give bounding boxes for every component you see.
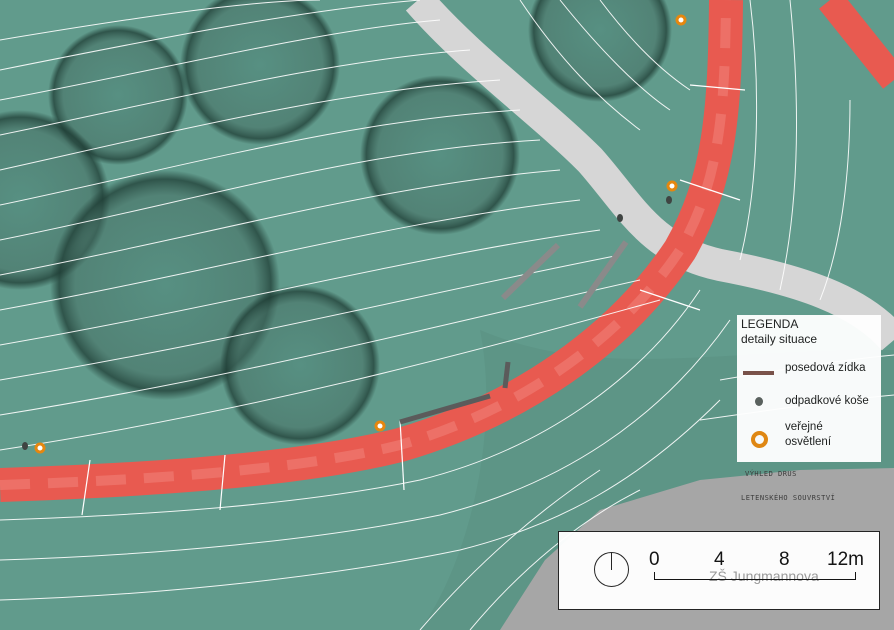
trash-bin-icon [755, 397, 763, 406]
scale-label-12m: 12m [827, 549, 864, 570]
site-plan-map: LEGENDA detaily situace posedová zídka o… [0, 0, 894, 630]
scale-bar [654, 579, 855, 580]
seating-wall-icon [743, 371, 774, 375]
legend-title: LEGENDA [741, 317, 799, 331]
place-label: ZŠ Jungmannova [709, 568, 819, 584]
scale-tick [654, 572, 655, 580]
trash-bin-icon [617, 214, 623, 222]
scale-label-0: 0 [649, 549, 660, 570]
legend-label-lighting-line1: veřejné [785, 421, 823, 433]
street-light-icon [374, 420, 386, 432]
handwritten-note-line1: VÝHLED DRUS [745, 470, 797, 478]
street-light-icon [751, 431, 768, 448]
seating-wall [502, 361, 511, 389]
legend-label-lighting-line2: osvětlení [785, 436, 832, 448]
scale-tick [855, 572, 856, 580]
trash-bin-icon [22, 442, 28, 450]
scale-label-8: 8 [779, 549, 790, 570]
trash-bin-icon [666, 196, 672, 204]
north-arrow-icon [594, 552, 629, 587]
map-legend: LEGENDA detaily situace posedová zídka o… [737, 315, 881, 462]
scale-label-4: 4 [714, 549, 725, 570]
street-light-icon [675, 14, 687, 26]
scale-box: ZŠ Jungmannova 0 4 8 12m [558, 531, 880, 610]
handwritten-note-line2: LETENSKÉHO SOUVRSTVÍ [741, 494, 836, 502]
legend-label-trash-bins: odpadkové koše [785, 395, 869, 407]
legend-label-seating-wall: posedová zídka [785, 362, 866, 374]
street-light-icon [34, 442, 46, 454]
street-light-icon [666, 180, 678, 192]
tree-canopy [220, 285, 380, 445]
legend-subtitle: detaily situace [741, 332, 818, 346]
